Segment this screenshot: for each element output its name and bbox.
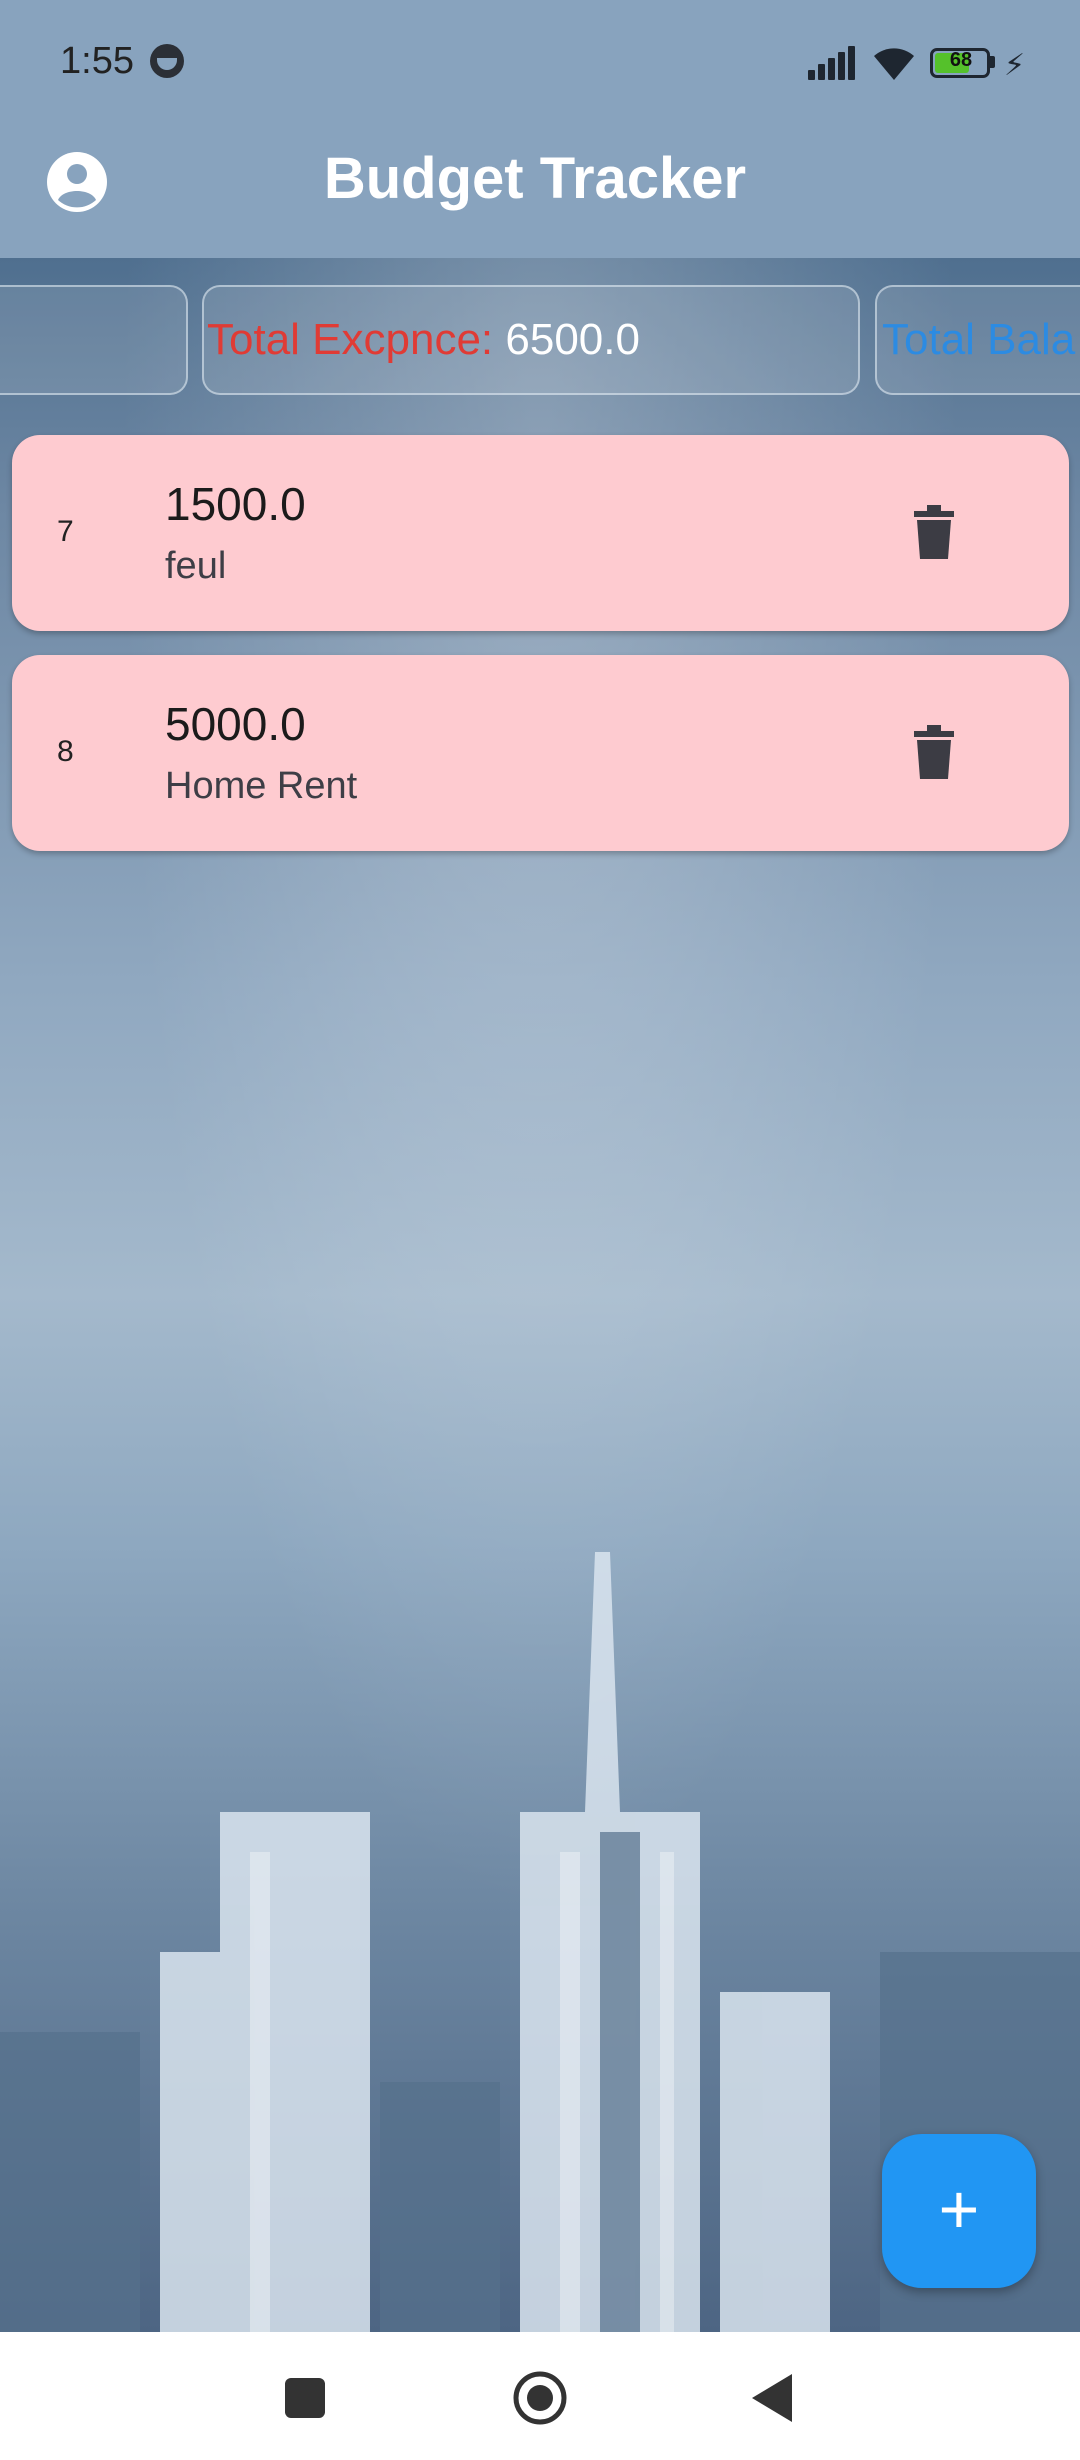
entry-amount: 1500.0	[165, 478, 306, 530]
home-icon[interactable]	[512, 2370, 568, 2426]
recents-icon[interactable]	[285, 2378, 325, 2418]
summary-scroll-row[interactable]: Total Excpnce: 6500.0 Total Bala	[0, 285, 1080, 397]
back-icon[interactable]	[752, 2374, 792, 2422]
entry-name: Home Rent	[165, 765, 358, 807]
entry-index: 8	[57, 735, 74, 768]
wifi-icon	[874, 48, 914, 80]
signal-icon	[808, 46, 858, 80]
battery-tip	[990, 56, 995, 68]
page-title: Budget Tracker	[323, 146, 747, 211]
summary-card-income[interactable]	[0, 285, 188, 395]
delete-icon[interactable]	[914, 725, 954, 779]
total-expense-label: Total Excpnce:	[207, 315, 506, 364]
face-icon	[150, 44, 184, 78]
battery-icon: 68	[930, 48, 990, 78]
charging-icon: ⚡	[1004, 49, 1026, 82]
summary-card-expense[interactable]: Total Excpnce: 6500.0	[202, 285, 860, 395]
list-item[interactable]: 8 5000.0 Home Rent	[12, 655, 1069, 851]
entry-name: feul	[165, 545, 227, 587]
status-bar: 1:55 68 ⚡	[0, 0, 1080, 130]
total-balance-label: Total Bala	[882, 315, 1076, 364]
battery-percent: 68	[949, 49, 973, 71]
summary-card-balance[interactable]: Total Bala	[875, 285, 1080, 395]
list-item[interactable]: 7 1500.0 feul	[12, 435, 1069, 631]
entry-index: 7	[57, 515, 74, 548]
status-time: 1:55	[60, 40, 134, 82]
add-entry-button[interactable]: +	[882, 2134, 1036, 2288]
total-expense-value: 6500.0	[505, 315, 640, 364]
entry-amount: 5000.0	[165, 698, 306, 750]
delete-icon[interactable]	[914, 505, 954, 559]
